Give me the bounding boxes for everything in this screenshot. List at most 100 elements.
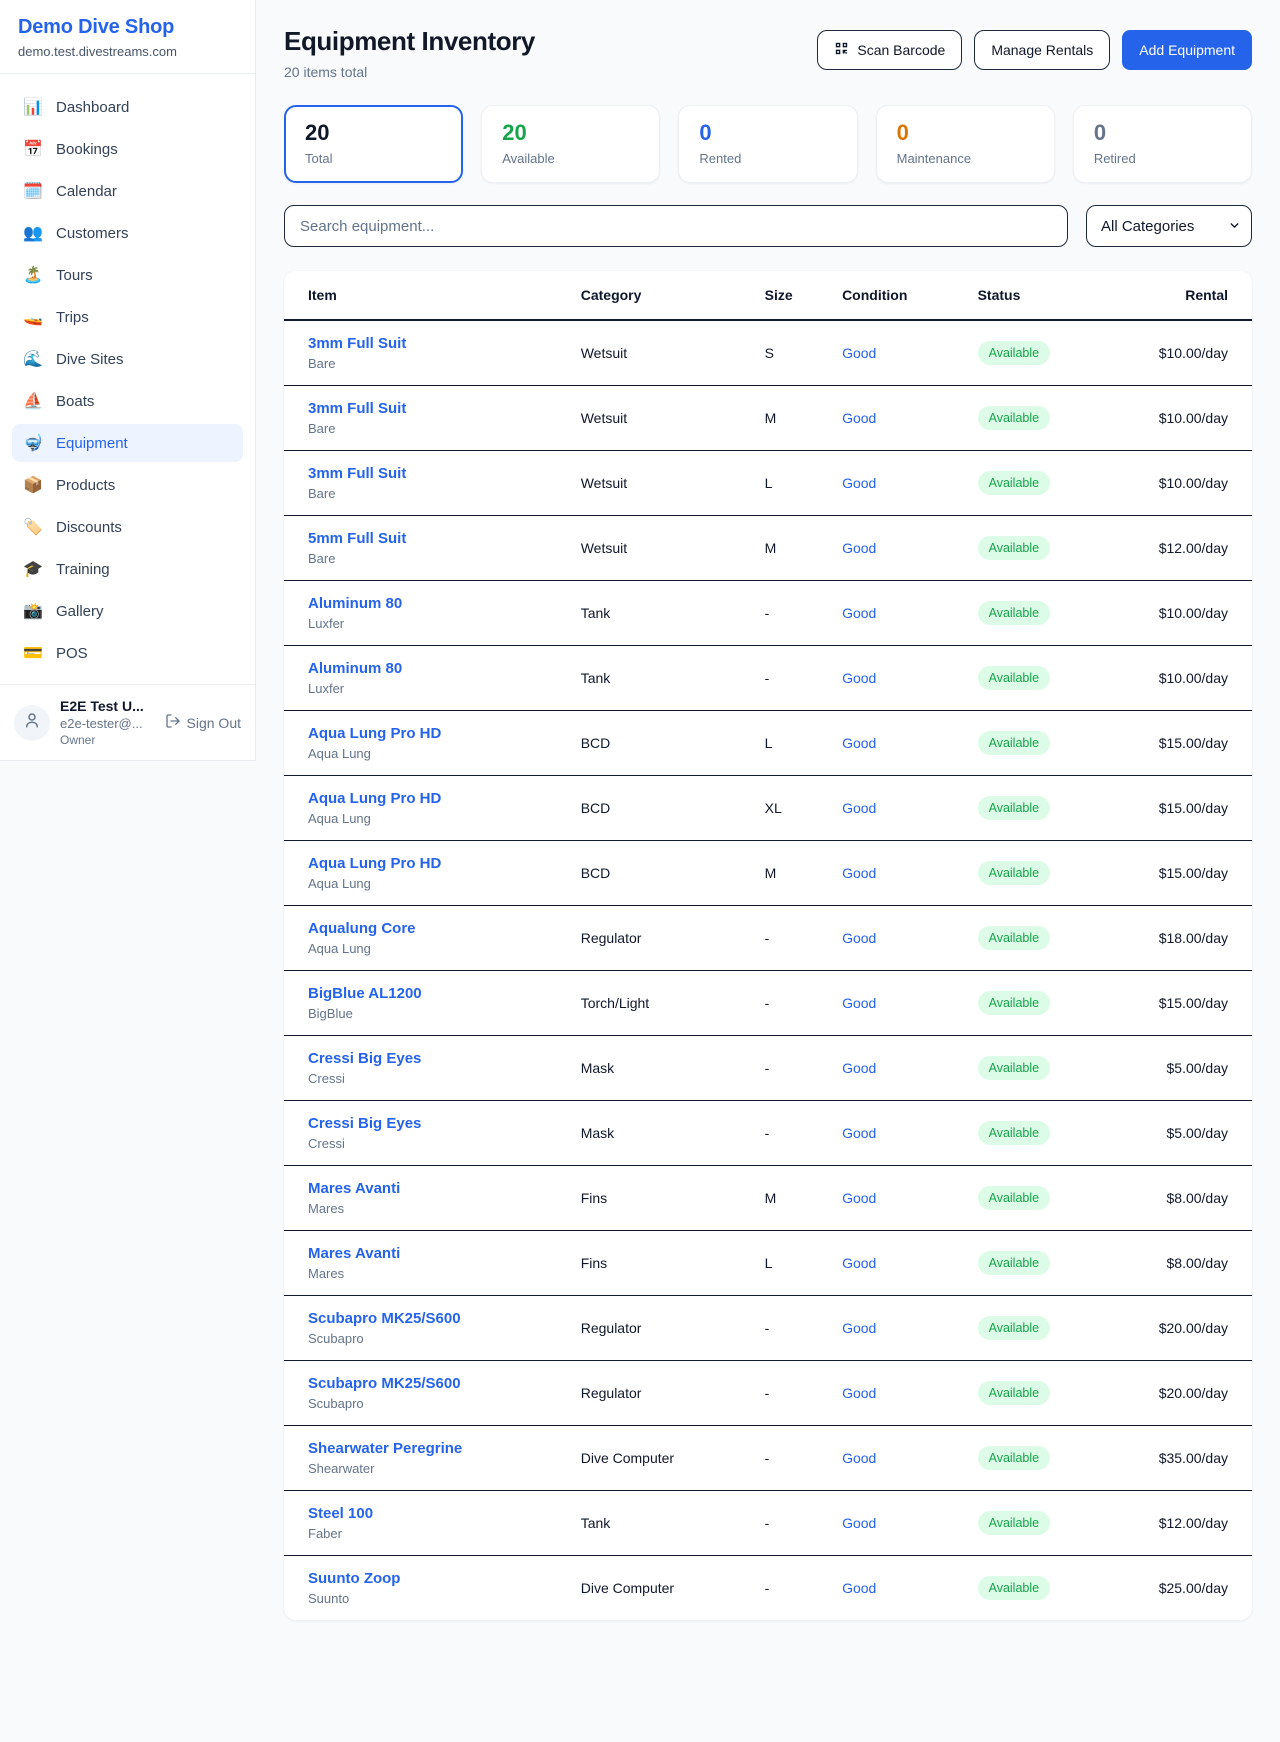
table-row: Suunto Zoop Suunto Dive Computer - Good … bbox=[284, 1556, 1252, 1621]
condition-link[interactable]: Good bbox=[842, 1515, 876, 1531]
condition-link[interactable]: Good bbox=[842, 670, 876, 686]
sidebar-item-dive-sites[interactable]: 🌊 Dive Sites bbox=[12, 340, 243, 378]
category-cell: Wetsuit bbox=[565, 451, 749, 516]
item-name-link[interactable]: Shearwater Peregrine bbox=[308, 1440, 462, 1457]
condition-link[interactable]: Good bbox=[842, 1060, 876, 1076]
barcode-scan-icon bbox=[834, 41, 849, 59]
size-cell: - bbox=[749, 1556, 826, 1621]
item-name-link[interactable]: Mares Avanti bbox=[308, 1180, 400, 1197]
item-name-link[interactable]: Aqualung Core bbox=[308, 920, 416, 937]
item-name-link[interactable]: Mares Avanti bbox=[308, 1245, 400, 1262]
sidebar-item-products[interactable]: 📦 Products bbox=[12, 466, 243, 504]
size-cell: M bbox=[749, 841, 826, 906]
sidebar-item-gallery[interactable]: 📸 Gallery bbox=[12, 592, 243, 630]
stat-card-maintenance[interactable]: 0 Maintenance bbox=[876, 105, 1055, 183]
item-name-link[interactable]: Scubapro MK25/S600 bbox=[308, 1310, 461, 1327]
condition-link[interactable]: Good bbox=[842, 1580, 876, 1596]
condition-link[interactable]: Good bbox=[842, 605, 876, 621]
rental-cell: $20.00/day bbox=[1136, 1361, 1252, 1426]
item-name-link[interactable]: Aluminum 80 bbox=[308, 660, 402, 677]
rental-cell: $5.00/day bbox=[1136, 1036, 1252, 1101]
rental-cell: $12.00/day bbox=[1136, 516, 1252, 581]
user-role: Owner bbox=[60, 733, 144, 747]
category-select[interactable]: All Categories bbox=[1086, 205, 1252, 247]
sidebar-item-bookings[interactable]: 📅 Bookings bbox=[12, 130, 243, 168]
sidebar-item-training[interactable]: 🎓 Training bbox=[12, 550, 243, 588]
sidebar-item-equipment[interactable]: 🤿 Equipment bbox=[12, 424, 243, 462]
sidebar-item-dashboard[interactable]: 📊 Dashboard bbox=[12, 88, 243, 126]
sign-out-icon bbox=[165, 713, 181, 732]
condition-link[interactable]: Good bbox=[842, 800, 876, 816]
add-equipment-button[interactable]: Add Equipment bbox=[1122, 30, 1252, 70]
rental-cell: $15.00/day bbox=[1136, 711, 1252, 776]
condition-link[interactable]: Good bbox=[842, 1385, 876, 1401]
brand: Demo Dive Shop demo.test.divestreams.com bbox=[0, 0, 255, 74]
stat-value: 20 bbox=[305, 120, 442, 146]
size-cell: - bbox=[749, 646, 826, 711]
item-name-link[interactable]: Scubapro MK25/S600 bbox=[308, 1375, 461, 1392]
size-cell: M bbox=[749, 516, 826, 581]
sidebar-item-pos[interactable]: 💳 POS bbox=[12, 634, 243, 672]
search-input[interactable] bbox=[284, 205, 1068, 247]
stat-card-total[interactable]: 20 Total bbox=[284, 105, 463, 183]
item-name-link[interactable]: Cressi Big Eyes bbox=[308, 1115, 421, 1132]
gallery-icon: 📸 bbox=[22, 601, 44, 621]
condition-link[interactable]: Good bbox=[842, 1190, 876, 1206]
condition-link[interactable]: Good bbox=[842, 735, 876, 751]
size-cell: - bbox=[749, 1296, 826, 1361]
item-name-link[interactable]: Aqua Lung Pro HD bbox=[308, 855, 441, 872]
item-name-link[interactable]: 3mm Full Suit bbox=[308, 400, 406, 417]
condition-link[interactable]: Good bbox=[842, 930, 876, 946]
item-name-link[interactable]: Cressi Big Eyes bbox=[308, 1050, 421, 1067]
sidebar-item-customers[interactable]: 👥 Customers bbox=[12, 214, 243, 252]
condition-link[interactable]: Good bbox=[842, 865, 876, 881]
stats-row: 20 Total 20 Available 0 Rented 0 Mainten… bbox=[284, 105, 1252, 183]
item-name-link[interactable]: Suunto Zoop bbox=[308, 1570, 400, 1587]
column-header-item: Item bbox=[284, 271, 565, 320]
item-name-link[interactable]: Aqua Lung Pro HD bbox=[308, 790, 441, 807]
sidebar-item-label: Discounts bbox=[56, 519, 122, 536]
item-name-link[interactable]: Aqua Lung Pro HD bbox=[308, 725, 441, 742]
stat-value: 0 bbox=[897, 120, 1034, 146]
condition-link[interactable]: Good bbox=[842, 475, 876, 491]
condition-link[interactable]: Good bbox=[842, 995, 876, 1011]
sidebar-item-label: Bookings bbox=[56, 141, 118, 158]
stat-card-available[interactable]: 20 Available bbox=[481, 105, 660, 183]
condition-link[interactable]: Good bbox=[842, 1125, 876, 1141]
rental-cell: $15.00/day bbox=[1136, 971, 1252, 1036]
sign-out-button[interactable]: Sign Out bbox=[165, 713, 241, 732]
item-name-link[interactable]: Aluminum 80 bbox=[308, 595, 402, 612]
table-row: Mares Avanti Mares Fins M Good Available… bbox=[284, 1166, 1252, 1231]
pos-icon: 💳 bbox=[22, 643, 44, 663]
condition-link[interactable]: Good bbox=[842, 410, 876, 426]
condition-link[interactable]: Good bbox=[842, 1450, 876, 1466]
condition-link[interactable]: Good bbox=[842, 345, 876, 361]
item-name-link[interactable]: Steel 100 bbox=[308, 1505, 373, 1522]
status-badge: Available bbox=[978, 601, 1051, 625]
manage-rentals-button[interactable]: Manage Rentals bbox=[974, 30, 1110, 70]
rental-cell: $8.00/day bbox=[1136, 1231, 1252, 1296]
brand-name: Demo Dive Shop bbox=[18, 16, 237, 39]
item-name-link[interactable]: 3mm Full Suit bbox=[308, 335, 406, 352]
category-cell: Fins bbox=[565, 1231, 749, 1296]
sidebar-item-tours[interactable]: 🏝️ Tours bbox=[12, 256, 243, 294]
column-header-size: Size bbox=[749, 271, 826, 320]
size-cell: - bbox=[749, 1491, 826, 1556]
item-name-link[interactable]: BigBlue AL1200 bbox=[308, 985, 422, 1002]
scan-barcode-button[interactable]: Scan Barcode bbox=[817, 30, 962, 70]
condition-link[interactable]: Good bbox=[842, 1255, 876, 1271]
item-brand: Cressi bbox=[308, 1136, 549, 1151]
sidebar-item-discounts[interactable]: 🏷️ Discounts bbox=[12, 508, 243, 546]
condition-link[interactable]: Good bbox=[842, 1320, 876, 1336]
item-name-link[interactable]: 5mm Full Suit bbox=[308, 530, 406, 547]
sidebar-item-label: Calendar bbox=[56, 183, 117, 200]
stat-card-retired[interactable]: 0 Retired bbox=[1073, 105, 1252, 183]
sidebar-item-calendar[interactable]: 🗓️ Calendar bbox=[12, 172, 243, 210]
sidebar-item-boats[interactable]: ⛵ Boats bbox=[12, 382, 243, 420]
condition-link[interactable]: Good bbox=[842, 540, 876, 556]
item-brand: Scubapro bbox=[308, 1396, 549, 1411]
sidebar-item-trips[interactable]: 🚤 Trips bbox=[12, 298, 243, 336]
tours-icon: 🏝️ bbox=[22, 265, 44, 285]
stat-card-rented[interactable]: 0 Rented bbox=[678, 105, 857, 183]
item-name-link[interactable]: 3mm Full Suit bbox=[308, 465, 406, 482]
